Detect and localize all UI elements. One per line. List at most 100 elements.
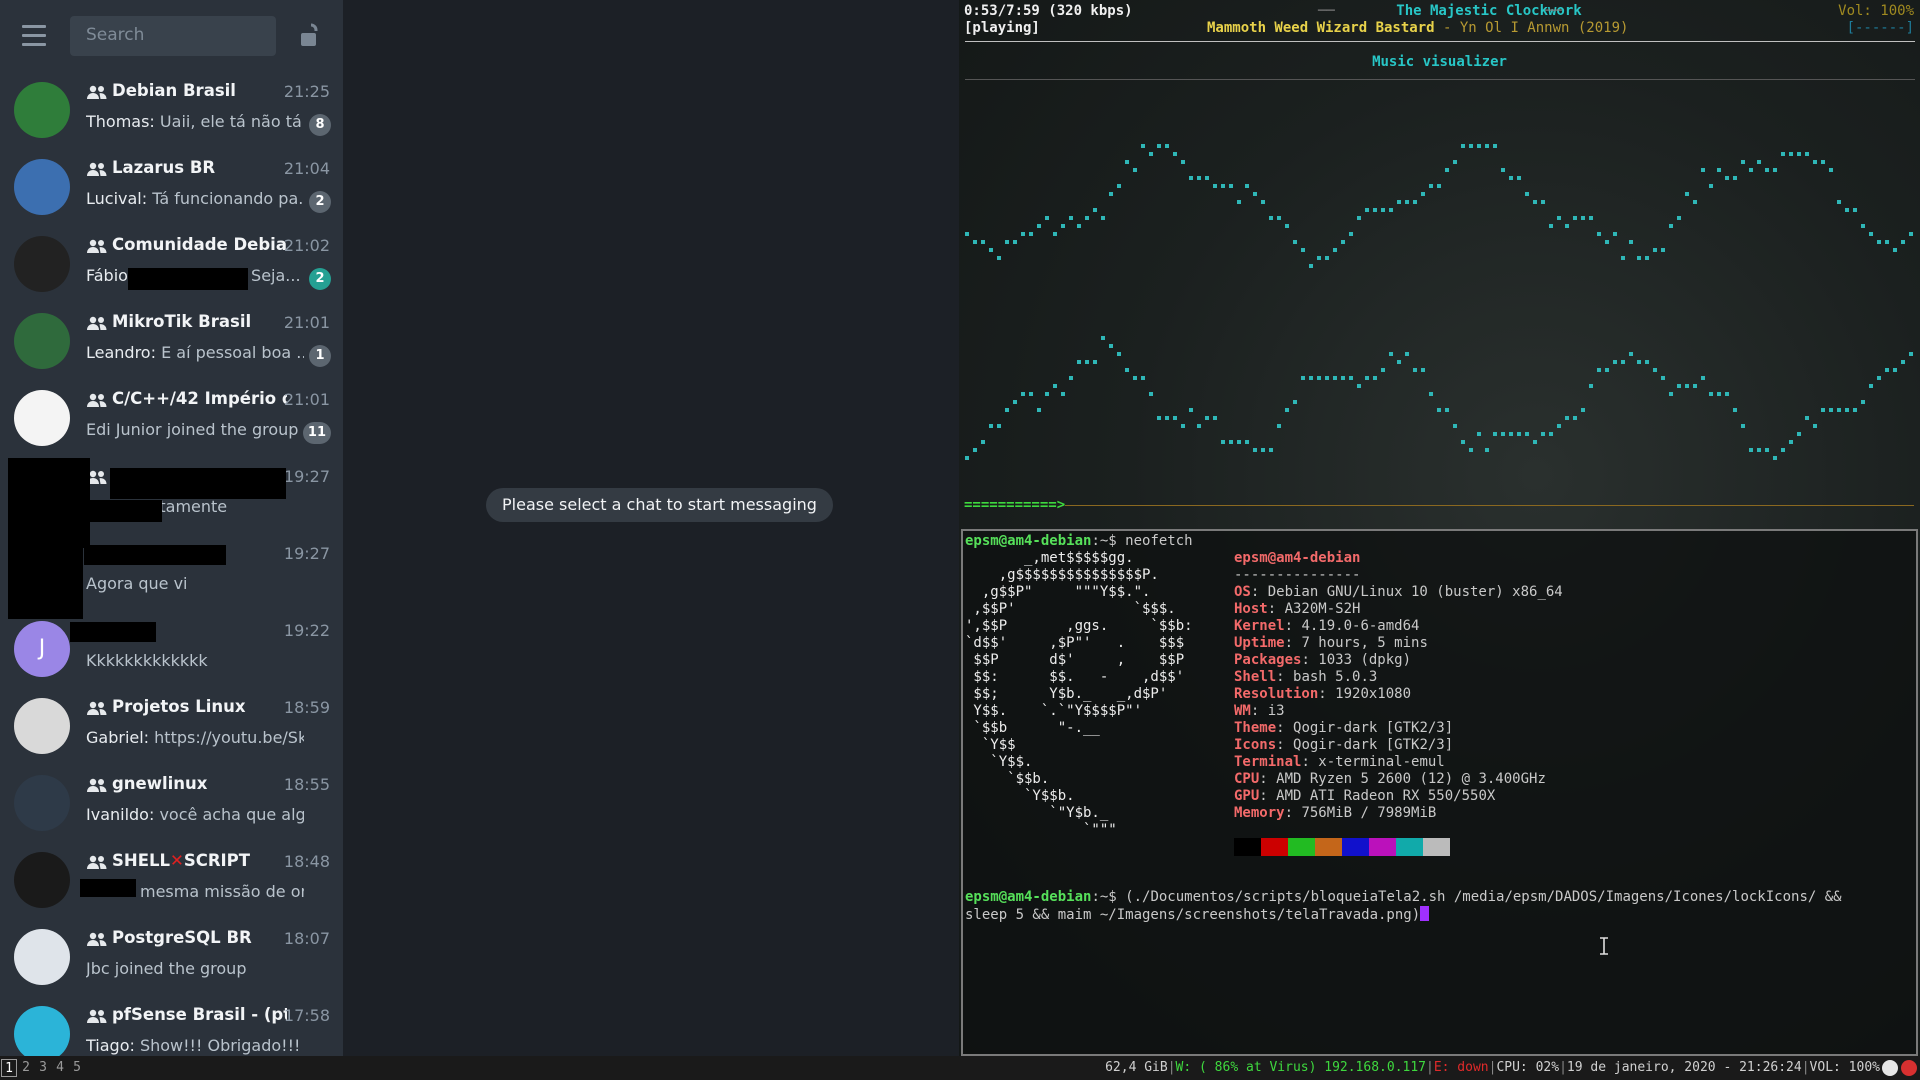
chat-list-item[interactable]: Comunidade Debian...21:02 Fábio Seja... 2 (0, 226, 343, 303)
group-icon (87, 855, 107, 869)
visualizer-dot (1853, 208, 1857, 212)
workspace-button[interactable]: 3 (35, 1059, 51, 1077)
group-icon (87, 701, 107, 715)
unlock-icon[interactable] (300, 22, 322, 48)
group-icon (87, 85, 107, 99)
chat-list-item[interactable]: 19:27 Exatamente (0, 457, 343, 548)
status-separator: | (1559, 1060, 1567, 1075)
chat-name-text: Debian Brasil (112, 81, 236, 100)
system-info-line: Packages: 1033 (dpkg) (1234, 652, 1411, 668)
progress-bar-filled[interactable]: ===========> (964, 497, 1065, 513)
visualizer-dot (1765, 448, 1769, 452)
chat-list-sidebar: Search Debian Brasil 21:25 Thomas: Uaii, e… (0, 0, 343, 1056)
visualizer-dot (1717, 168, 1721, 172)
visualizer-dot (1853, 408, 1857, 412)
progress-bar-track[interactable] (1064, 505, 1914, 506)
visualizer-dot (1885, 368, 1889, 372)
chat-list-item[interactable]: C/C++/42 Império do...21:01 Edi Junior jo… (0, 380, 343, 457)
music-player-terminal[interactable]: 0:53/7:59 (320 kbps) [playing] ── The Ma… (959, 0, 1920, 525)
workspace-button[interactable]: 5 (69, 1059, 85, 1077)
shell-terminal[interactable]: epsm@am4-debian:~$ neofetch _,met$$$$$gg… (961, 529, 1918, 1056)
chat-time: 18:59 (283, 698, 330, 717)
chat-list-item[interactable]: 19:27 Agora que vi (0, 534, 343, 619)
chat-preview: Agora que vi (86, 574, 304, 593)
visualizer-dot (965, 232, 969, 236)
info-key: Theme (1234, 720, 1277, 736)
visualizer-dot (1189, 408, 1193, 412)
color-swatch (1288, 838, 1315, 856)
chat-list-item[interactable]: gnewlinux 18:55 Ivanildo: você acha que al… (0, 765, 343, 842)
preview-message: mesma missão de onte... (140, 882, 304, 901)
chat-avatar (14, 929, 70, 985)
info-key: CPU (1234, 771, 1260, 787)
visualizer-dot (1517, 176, 1521, 180)
chat-list-item[interactable]: MikroTik Brasil 21:01 Leandro: E aí pessoa… (0, 303, 343, 380)
visualizer-dot (1741, 424, 1745, 428)
system-info-line: OS: Debian GNU/Linux 10 (buster) x86_64 (1234, 584, 1563, 600)
visualizer-dot (1837, 200, 1841, 204)
hamburger-menu-icon[interactable] (22, 25, 48, 47)
chat-name: PostgreSQL BR (112, 928, 287, 947)
workspace-button[interactable]: 2 (18, 1059, 34, 1077)
visualizer-dot (1621, 360, 1625, 364)
visualizer-dot (1261, 448, 1265, 452)
info-colon: : (1284, 618, 1302, 634)
chat-list-item[interactable]: PostgreSQL BR 18:07 Jbc joined the group (0, 919, 343, 996)
workspace-button[interactable]: 1 (1, 1059, 17, 1077)
preview-sender: Fábio (86, 266, 128, 285)
visualizer-dot (1269, 216, 1273, 220)
visualizer-dot (1405, 200, 1409, 204)
visualizer-dot (1453, 424, 1457, 428)
chat-avatar (14, 1006, 70, 1056)
visualizer-dot (1365, 208, 1369, 212)
ascii-art-line: Y$$. `.`"Y$$$$P"' (965, 703, 1143, 719)
visualizer-dot (1285, 224, 1289, 228)
info-colon: : (1284, 635, 1302, 651)
chat-name: gnewlinux (112, 774, 287, 793)
visualizer-dot (1533, 200, 1537, 204)
visualizer-dot (1413, 200, 1417, 204)
notification-tray-icon[interactable] (1901, 1060, 1917, 1076)
song-title: The Majestic Clockwork (1396, 3, 1582, 19)
visualizer-dot (1533, 440, 1537, 444)
visualizer-dot (1389, 208, 1393, 212)
title-left-rule: ── (1318, 3, 1335, 19)
ascii-art-line: _,met$$$$$gg. (965, 550, 1134, 566)
chat-list-item[interactable]: Projetos Linux 18:59 Gabriel: https://yout… (0, 688, 343, 765)
ascii-art-line: `"Y$b._ (965, 805, 1109, 821)
song-album: Yn Ol I Annwn (2019) (1459, 20, 1629, 36)
visualizer-dot (1493, 432, 1497, 436)
redaction-box (128, 268, 248, 290)
chat-list-item[interactable]: J 19:22 Kkkkkkkkkkkkk (0, 611, 343, 688)
chat-avatar (14, 775, 70, 831)
visualizer-dot (1485, 448, 1489, 452)
redaction-box (70, 622, 156, 642)
visualizer-dot (1293, 240, 1297, 244)
preview-sender: Gabriel: (86, 728, 150, 747)
system-info-line: Kernel: 4.19.0-6-amd64 (1234, 618, 1419, 634)
search-input[interactable]: Search (70, 16, 276, 56)
group-icon (87, 316, 107, 330)
prompt-line-2: epsm@am4-debian:~$ (./Documentos/scripts… (965, 889, 1842, 905)
visualizer-dot (1877, 376, 1881, 380)
info-tray-icon[interactable] (1882, 1060, 1898, 1076)
visualizer-dot (1781, 152, 1785, 156)
visualizer-dot (1445, 168, 1449, 172)
visualizer-dot (1573, 416, 1577, 420)
visualizer-dot (1381, 208, 1385, 212)
visualizer-dot (1781, 448, 1785, 452)
chat-list-item[interactable]: SHELL✕SCRIPT18:48mesma missão de onte... (0, 842, 343, 919)
visualizer-dot (1309, 264, 1313, 268)
visualizer-dot (1893, 368, 1897, 372)
workspace-button[interactable]: 4 (52, 1059, 68, 1077)
chat-name-text: Comunidade Debian... (112, 235, 287, 254)
chat-list-item[interactable]: Lazarus BR 21:04 Lucival: Tá funcionando p… (0, 149, 343, 226)
chat-list-item[interactable]: pfSense Brasil - (pt) 17:58 Tiago: Show!!!… (0, 996, 343, 1056)
visualizer-dot (1605, 240, 1609, 244)
color-swatch (1396, 838, 1423, 856)
info-value: 7 hours, 5 mins (1301, 635, 1428, 651)
info-key: Resolution (1234, 686, 1319, 702)
visualizer-dot (1325, 376, 1329, 380)
color-swatch (1369, 838, 1396, 856)
chat-list-item[interactable]: Debian Brasil 21:25 Thomas: Uaii, ele tá n… (0, 72, 343, 149)
